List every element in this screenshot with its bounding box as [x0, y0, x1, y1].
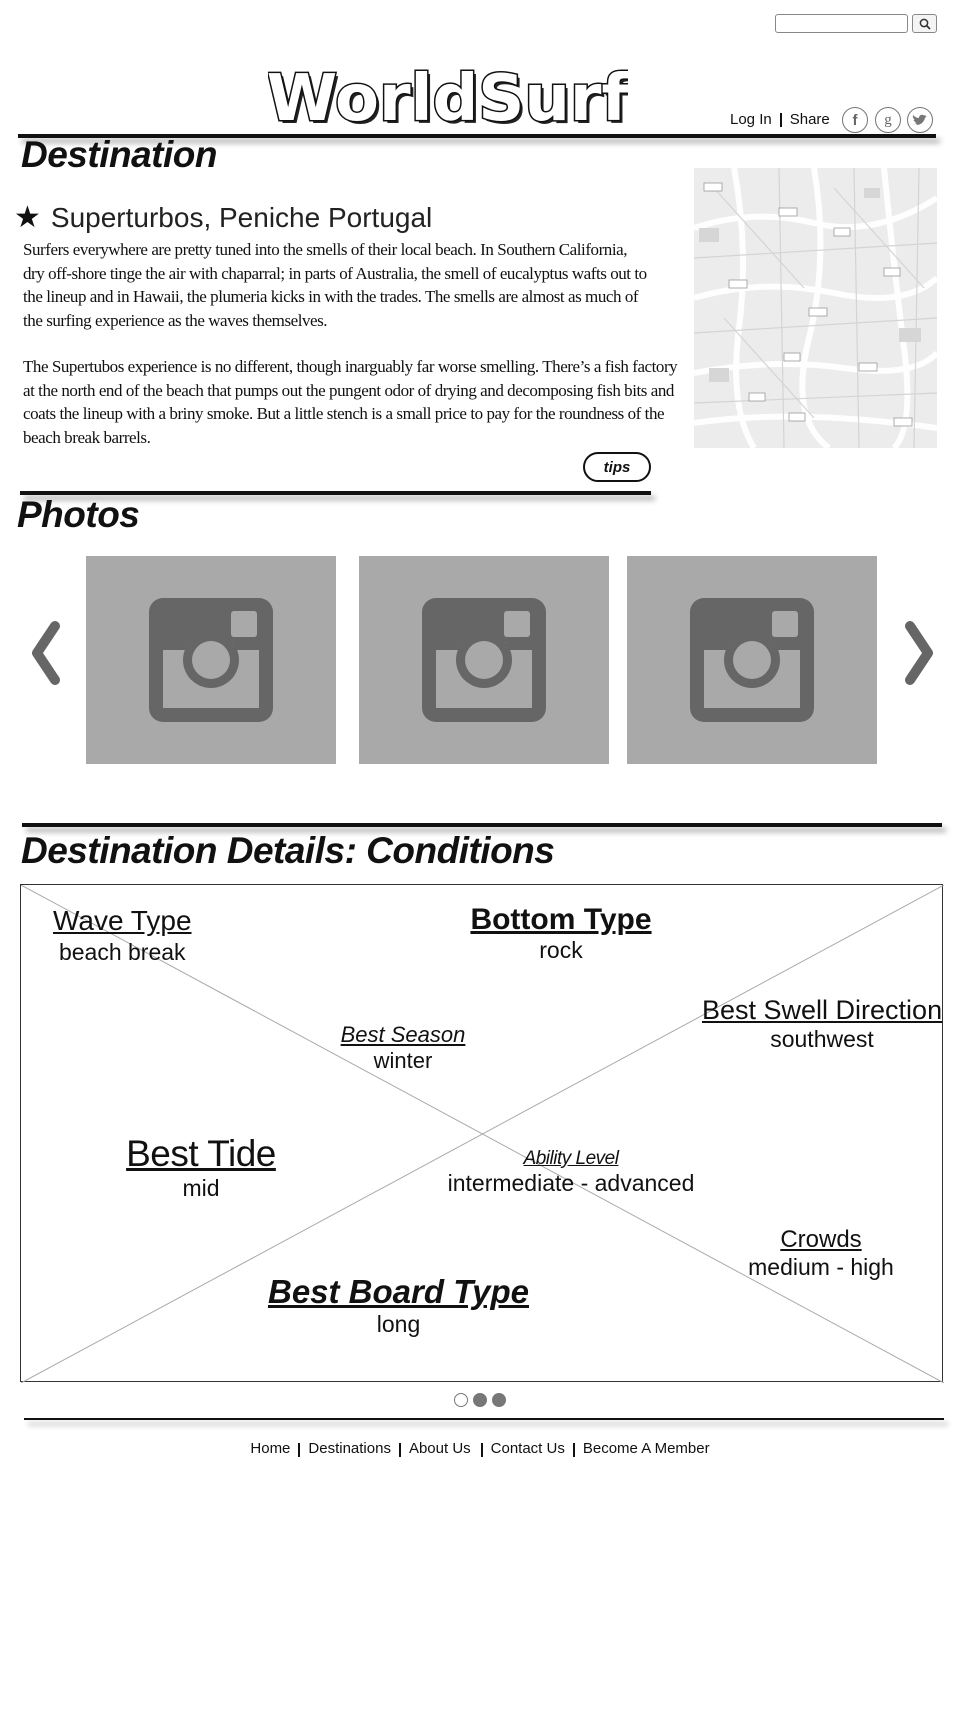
logo-text: WorldSurf: [268, 62, 628, 132]
destination-name-text: Superturbos, Peniche Portugal: [50, 201, 433, 233]
footer-link-about[interactable]: About Us: [409, 1440, 471, 1457]
divider: [480, 1443, 483, 1457]
carousel-pager: [454, 1393, 506, 1407]
google-icon[interactable]: g: [875, 107, 901, 133]
divider: [398, 1443, 401, 1457]
best-swell-direction-label: Best Swell Direction: [702, 995, 943, 1025]
camera-icon: [690, 598, 814, 722]
best-season: Best Season winter: [333, 1022, 473, 1074]
pager-dot[interactable]: [492, 1393, 506, 1407]
twitter-icon[interactable]: [907, 107, 933, 133]
camera-icon: [422, 598, 546, 722]
best-swell-direction: Best Swell Direction southwest: [702, 995, 942, 1053]
best-board-type: Best Board Type long: [261, 1273, 536, 1338]
bottom-type-label: Bottom Type: [470, 903, 652, 936]
ability-level: Ability Level intermediate - advanced: [426, 1148, 716, 1197]
photos-heading: Photos: [17, 494, 140, 535]
star-icon[interactable]: ★: [14, 200, 41, 235]
header-links: Log In Share: [730, 111, 830, 128]
wave-type-label: Wave Type: [53, 905, 192, 936]
pager-dot[interactable]: [454, 1393, 468, 1407]
wave-type: Wave Type beach break: [53, 905, 192, 966]
divider: [779, 112, 782, 127]
footer-link-membership[interactable]: Become A Member: [583, 1440, 710, 1457]
facebook-icon[interactable]: f: [842, 107, 868, 133]
map-image[interactable]: [694, 168, 937, 448]
bottom-type-value: rock: [539, 937, 583, 963]
footer-link-home[interactable]: Home: [250, 1440, 290, 1457]
ability-level-label: Ability Level: [523, 1148, 619, 1169]
login-link[interactable]: Log In: [730, 111, 772, 128]
footer-link-destinations[interactable]: Destinations: [308, 1440, 391, 1457]
bottom-type: Bottom Type rock: [446, 903, 676, 964]
share-link[interactable]: Share: [790, 111, 830, 128]
tips-button[interactable]: tips: [583, 452, 651, 482]
divider: [298, 1443, 301, 1457]
search-icon: [919, 18, 931, 30]
wave-type-value: beach break: [58, 939, 186, 965]
photo-thumbnail[interactable]: [359, 556, 609, 764]
camera-icon: [149, 598, 273, 722]
conditions-panel: Wave Type beach break Bottom Type rock B…: [20, 884, 944, 1383]
best-season-label: Best Season: [340, 1022, 466, 1047]
best-season-value: winter: [373, 1048, 433, 1073]
best-tide-label: Best Tide: [126, 1133, 276, 1174]
footer-rule: [24, 1418, 944, 1420]
best-board-type-label: Best Board Type: [267, 1273, 529, 1310]
description-paragraph: The Supertubos experience is no differen…: [23, 357, 678, 447]
carousel-next-arrow[interactable]: [900, 618, 940, 688]
crowds: Crowds medium - high: [721, 1226, 921, 1281]
carousel-prev-arrow[interactable]: [25, 618, 65, 688]
best-tide-value: mid: [182, 1175, 220, 1201]
crowds-label: Crowds: [780, 1226, 862, 1253]
crowds-value: medium - high: [748, 1254, 894, 1280]
divider: [572, 1443, 575, 1457]
destination-name: ★ Superturbos, Peniche Portugal: [14, 200, 432, 235]
description-paragraph: Surfers everywhere are pretty tuned into…: [23, 240, 647, 330]
best-swell-direction-value: southwest: [770, 1026, 874, 1052]
best-tide: Best Tide mid: [101, 1133, 301, 1202]
footer-link-contact[interactable]: Contact Us: [491, 1440, 565, 1457]
pager-dot[interactable]: [473, 1393, 487, 1407]
footer-nav: Home Destinations About Us Contact Us Be…: [0, 1440, 960, 1457]
search-input[interactable]: [775, 14, 908, 33]
site-logo[interactable]: WorldSurf WorldSurf: [268, 62, 628, 132]
destination-heading: Destination: [21, 134, 217, 175]
details-heading: Destination Details: Conditions: [21, 830, 555, 871]
details-rule: [22, 823, 942, 827]
photo-thumbnail[interactable]: [86, 556, 336, 764]
ability-level-value: intermediate - advanced: [447, 1170, 695, 1196]
search-button[interactable]: [912, 14, 937, 33]
best-board-type-value: long: [376, 1311, 421, 1337]
photo-thumbnail[interactable]: [627, 556, 877, 764]
